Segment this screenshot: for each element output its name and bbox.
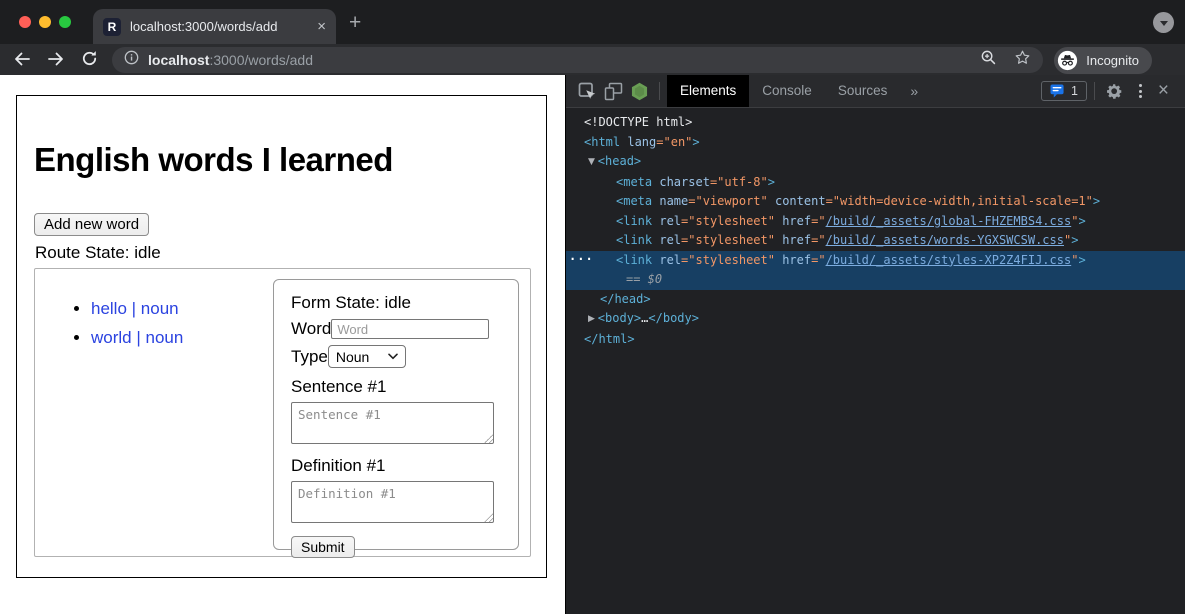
message-icon <box>1050 84 1065 98</box>
code-line[interactable]: <link rel="stylesheet" href="/build/_ass… <box>566 231 1185 251</box>
code-line[interactable]: </head> <box>566 290 1185 310</box>
code-line[interactable]: </html> <box>566 330 1185 350</box>
code-line[interactable]: ▼ <head> <box>566 152 1185 173</box>
address-bar[interactable]: localhost:3000/words/add <box>112 47 1043 73</box>
sentence-field-label: Sentence #1 <box>291 377 502 397</box>
definition-field-label: Definition #1 <box>291 456 502 476</box>
devtools-close-icon[interactable]: × <box>1158 80 1169 102</box>
window-minimize-button[interactable] <box>39 16 51 28</box>
more-tabs-icon[interactable]: » <box>900 83 928 99</box>
node-devtools-icon[interactable] <box>626 78 652 104</box>
tab-search-button[interactable] <box>1153 12 1174 33</box>
code-line[interactable]: <html lang="en"> <box>566 133 1185 153</box>
browser-window: R localhost:3000/words/add × + localhost… <box>0 0 1185 614</box>
devtools-menu-icon[interactable] <box>1128 78 1154 104</box>
tab-sources[interactable]: Sources <box>825 75 901 107</box>
submit-button[interactable]: Submit <box>291 536 355 558</box>
words-panel: hello | noun world | noun Form State: id… <box>34 268 531 557</box>
elements-tree: <!DOCTYPE html><html lang="en">▼ <head><… <box>566 108 1185 349</box>
window-close-button[interactable] <box>19 16 31 28</box>
chevron-down-icon <box>1160 21 1168 26</box>
code-line[interactable]: <meta charset="utf-8"> <box>566 173 1185 193</box>
type-select[interactable]: Noun <box>328 345 406 368</box>
selected-node-gutter-icon[interactable]: ... <box>569 247 594 267</box>
code-line[interactable]: <meta name="viewport" content="width=dev… <box>566 192 1185 212</box>
new-tab-button[interactable]: + <box>349 11 361 35</box>
devtools-panel: Elements Console Sources » 1 <box>565 75 1185 614</box>
back-button[interactable] <box>12 49 32 69</box>
code-line[interactable]: ...<link rel="stylesheet" href="/build/_… <box>566 251 1185 271</box>
navigation-toolbar: localhost:3000/words/add Incognito <box>0 44 1185 75</box>
add-new-word-button[interactable]: Add new word <box>34 213 149 236</box>
forward-button[interactable] <box>46 49 66 69</box>
inspect-element-icon[interactable] <box>574 78 600 104</box>
word-input[interactable] <box>331 319 489 339</box>
reload-button[interactable] <box>80 49 100 69</box>
incognito-badge: Incognito <box>1054 47 1152 74</box>
type-select-value: Noun <box>336 349 369 365</box>
browser-tab[interactable]: R localhost:3000/words/add × <box>93 9 336 44</box>
issues-count: 1 <box>1071 84 1078 98</box>
type-field-label: Type <box>291 347 328 367</box>
route-state-text: Route State: idle <box>35 243 546 263</box>
incognito-icon <box>1057 50 1078 71</box>
url-text: localhost:3000/words/add <box>148 52 313 68</box>
definition-textarea[interactable] <box>291 481 494 523</box>
page-title: English words I learned <box>34 141 546 179</box>
device-toolbar-icon[interactable] <box>600 78 626 104</box>
titlebar: R localhost:3000/words/add × + <box>0 0 1185 44</box>
site-info-icon[interactable] <box>124 50 139 70</box>
app-container: English words I learned Add new word Rou… <box>16 95 547 578</box>
form-state-text: Form State: idle <box>291 293 502 313</box>
window-zoom-button[interactable] <box>59 16 71 28</box>
issues-badge[interactable]: 1 <box>1041 81 1087 101</box>
code-line[interactable]: == $0 <box>566 270 1185 290</box>
word-link[interactable]: hello | noun <box>91 299 179 318</box>
remix-favicon-icon: R <box>103 18 121 36</box>
sentence-textarea[interactable] <box>291 402 494 444</box>
code-line[interactable]: <link rel="stylesheet" href="/build/_ass… <box>566 212 1185 232</box>
zoom-icon[interactable] <box>980 49 997 71</box>
tab-title: localhost:3000/words/add <box>130 19 277 34</box>
word-field-label: Word <box>291 319 331 339</box>
chevron-down-icon <box>388 353 398 360</box>
add-word-form: Form State: idle Word Type Noun <box>273 279 519 550</box>
tab-elements[interactable]: Elements <box>667 75 749 107</box>
incognito-label: Incognito <box>1086 53 1139 68</box>
bookmark-star-icon[interactable] <box>1014 49 1031 71</box>
code-line[interactable]: <!DOCTYPE html> <box>566 113 1185 133</box>
webpage-viewport: English words I learned Add new word Rou… <box>0 75 565 614</box>
code-line[interactable]: ▶ <body>…</body> <box>566 309 1185 330</box>
tab-close-icon[interactable]: × <box>317 19 326 34</box>
devtools-toolbar: Elements Console Sources » 1 <box>566 75 1185 108</box>
settings-gear-icon[interactable] <box>1102 78 1128 104</box>
word-link[interactable]: world | noun <box>91 328 183 347</box>
tab-console[interactable]: Console <box>749 75 825 107</box>
